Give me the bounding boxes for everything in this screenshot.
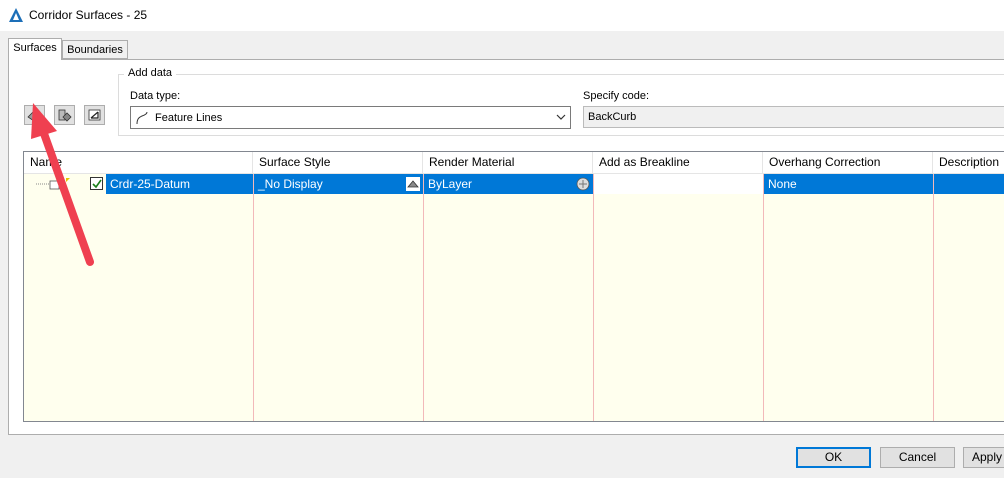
annotation-arrow-icon (31, 103, 94, 266)
